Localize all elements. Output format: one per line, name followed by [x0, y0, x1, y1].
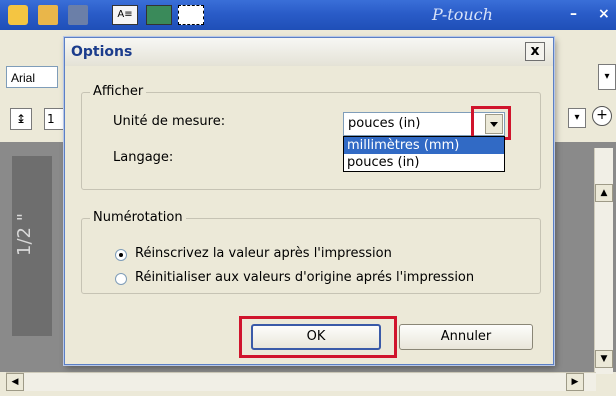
afficher-legend: Afficher [90, 84, 147, 99]
highlight-box-dropdown-arrow [471, 106, 511, 140]
image-tool-icon[interactable] [146, 5, 172, 25]
unit-dropdown-list[interactable]: millimètres (mm) pouces (in) [343, 136, 505, 172]
scroll-up-icon[interactable]: ▲ [595, 184, 613, 202]
language-label: Langage: [113, 150, 174, 165]
dialog-close-button[interactable]: x [525, 42, 545, 61]
radio-reinscrire[interactable] [115, 249, 127, 261]
vertical-scrollbar[interactable]: ▲ ▼ [594, 148, 613, 374]
scroll-left-icon[interactable]: ◀ [6, 373, 24, 391]
horizontal-scrollbar[interactable]: ◀ ▶ [6, 372, 596, 391]
zoom-in-icon[interactable]: + [592, 106, 612, 126]
highlight-box-ok [239, 316, 397, 358]
minimize-button[interactable]: – [570, 6, 577, 22]
frame-tool-icon[interactable] [178, 5, 204, 25]
radio-reinscrire-label[interactable]: Réinscrivez la valeur après l'impression [135, 246, 392, 261]
unit-label: Unité de mesure: [113, 114, 226, 129]
dialog-titlebar[interactable]: Options x [65, 38, 553, 66]
app-titlebar: A≡ P-touch – × [0, 0, 616, 30]
unit-combo-value: pouces (in) [348, 116, 421, 131]
options-dialog: Options x Afficher Unité de mesure: pouc… [64, 37, 554, 365]
scroll-down-icon[interactable]: ▼ [595, 350, 613, 368]
save-icon[interactable] [68, 5, 88, 25]
new-label-icon[interactable] [8, 5, 28, 25]
vertical-text-icon[interactable]: ↨ [10, 108, 32, 130]
font-name-combo[interactable]: Arial [6, 66, 58, 88]
app-brand: P-touch [432, 5, 493, 24]
font-size-field[interactable]: 1 [44, 108, 64, 130]
ruler-label: 1/2 " [14, 213, 35, 256]
toolbar-combo-arrow-icon[interactable]: ▾ [598, 64, 616, 90]
unit-option-mm[interactable]: millimètres (mm) [344, 137, 504, 154]
scroll-right-icon[interactable]: ▶ [566, 373, 584, 391]
unit-option-in[interactable]: pouces (in) [344, 154, 504, 171]
open-folder-icon[interactable] [38, 5, 58, 25]
app-close-button[interactable]: × [598, 6, 610, 22]
cancel-button[interactable]: Annuler [399, 324, 533, 350]
size-combo-arrow-icon[interactable]: ▾ [568, 108, 586, 128]
radio-selected-dot [119, 253, 123, 257]
text-tool-icon[interactable]: A≡ [112, 5, 138, 25]
dialog-title: Options [71, 44, 133, 60]
radio-reinitialiser[interactable] [115, 273, 127, 285]
numerotation-legend: Numérotation [90, 210, 186, 225]
radio-reinitialiser-label[interactable]: Réinitialiser aux valeurs d'origine apré… [135, 270, 474, 285]
